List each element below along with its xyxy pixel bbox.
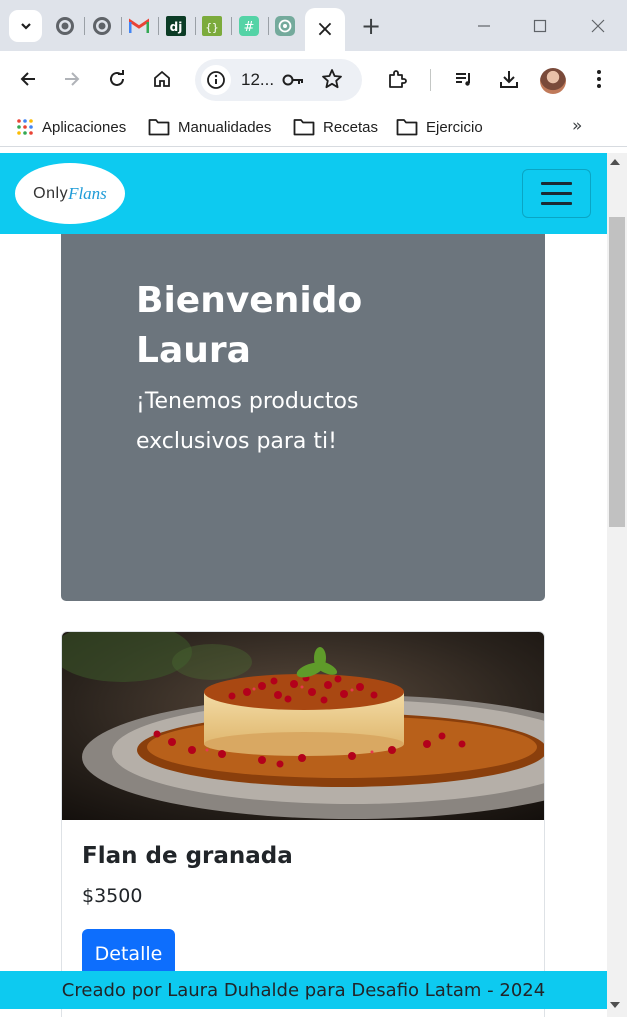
- hamburger-icon-bar: [541, 182, 572, 185]
- minimize-button[interactable]: [470, 13, 498, 39]
- product-image: [62, 632, 544, 820]
- brand-logo-flans: Flans: [68, 183, 107, 203]
- close-icon: [591, 19, 605, 33]
- address-bar[interactable]: 12...: [195, 59, 362, 101]
- chevron-down-icon: [20, 23, 31, 30]
- site-footer: Creado por Laura Duhalde para Desafio La…: [0, 971, 607, 1009]
- chatgpt-icon: [275, 16, 295, 36]
- pinned-tab-gmail[interactable]: [126, 13, 152, 39]
- close-window-button[interactable]: [584, 13, 612, 39]
- svg-text:#: #: [244, 20, 255, 35]
- page-scrollbar[interactable]: [607, 153, 627, 1017]
- hashtag-icon: #: [239, 16, 259, 36]
- tab-search-button[interactable]: [9, 10, 42, 42]
- bookmark-folder-label: Recetas: [323, 118, 379, 136]
- maximize-icon: [533, 19, 547, 33]
- pinned-tab-github-1[interactable]: [52, 13, 78, 39]
- active-tab[interactable]: ×: [305, 8, 345, 51]
- bookmark-apps-label: Aplicaciones: [42, 118, 127, 136]
- bookmark-apps[interactable]: Aplicaciones: [16, 117, 126, 137]
- pinned-tab-hashtag[interactable]: #: [236, 13, 262, 39]
- page-viewport: Only Flans Bienvenido Laura ¡Tenemos pro…: [0, 153, 607, 1017]
- close-tab-icon[interactable]: ×: [316, 17, 334, 42]
- pinned-tab-django[interactable]: dj: [163, 13, 189, 39]
- back-button[interactable]: [14, 65, 42, 93]
- arrow-right-icon: [65, 72, 80, 86]
- product-card: Flan de granada $3500 Detalle: [61, 631, 545, 1017]
- playlist-icon: [456, 73, 470, 86]
- apps-grid-icon: [17, 119, 33, 135]
- bookmark-folder-recetas[interactable]: Recetas: [293, 117, 378, 137]
- reload-icon: [110, 70, 124, 86]
- kebab-menu-icon: [597, 70, 601, 88]
- site-navbar: Only Flans: [0, 153, 607, 234]
- django-icon: dj: [166, 16, 186, 36]
- brand-logo-only: Only: [33, 184, 69, 202]
- reload-button[interactable]: [103, 65, 131, 93]
- url-text[interactable]: 12...: [241, 70, 274, 90]
- new-tab-button[interactable]: +: [358, 12, 384, 40]
- svg-text:{}: {}: [205, 21, 218, 34]
- browser-menu-button[interactable]: [585, 65, 613, 93]
- arrow-left-icon: [20, 72, 35, 86]
- site-info-button[interactable]: [201, 65, 231, 95]
- pinned-tab-github-2[interactable]: [89, 13, 115, 39]
- navbar-toggler-button[interactable]: [522, 169, 591, 218]
- downloads-button[interactable]: [495, 65, 523, 93]
- bookmarks-overflow-chevron-icon[interactable]: »: [572, 116, 582, 136]
- forward-button[interactable]: [58, 65, 86, 93]
- profile-avatar[interactable]: [540, 68, 566, 94]
- download-icon: [500, 71, 518, 88]
- bookmark-folder-label: Ejercicio: [426, 118, 483, 136]
- extensions-button[interactable]: [383, 65, 411, 93]
- product-name: Flan de granada: [82, 843, 293, 869]
- bookmarks-bar: Aplicaciones Manualidades Recetas Ejerci…: [0, 107, 627, 147]
- home-button[interactable]: [148, 65, 176, 93]
- hamburger-icon-bar: [541, 202, 572, 205]
- product-price: $3500: [82, 885, 143, 907]
- github-icon: [93, 17, 111, 35]
- maximize-button[interactable]: [526, 13, 554, 39]
- scrollbar-thumb[interactable]: [609, 217, 625, 527]
- password-key-icon[interactable]: [281, 69, 305, 95]
- minimize-icon: [478, 25, 490, 27]
- pinned-tab-chatgpt[interactable]: [272, 13, 298, 39]
- welcome-hero: Bienvenido Laura ¡Tenemos productos excl…: [61, 234, 545, 601]
- scroll-up-arrow-icon[interactable]: [610, 159, 620, 165]
- bookmark-folder-ejercicio[interactable]: Ejercicio: [396, 117, 483, 137]
- bookmark-folder-label: Manualidades: [178, 118, 272, 136]
- pinned-tab-json[interactable]: {}: [199, 13, 225, 39]
- home-icon: [154, 70, 170, 87]
- hero-title: Bienvenido Laura: [136, 280, 363, 371]
- hero-subtitle: ¡Tenemos productos exclusivos para ti!: [136, 389, 359, 454]
- info-icon: [207, 71, 225, 89]
- bookmark-folder-manualidades[interactable]: Manualidades: [148, 117, 271, 137]
- puzzle-icon: [389, 70, 407, 88]
- brand-logo[interactable]: Only Flans: [15, 163, 125, 224]
- plus-icon: +: [360, 12, 382, 40]
- tab-strip: dj {} # × +: [0, 0, 627, 51]
- folder-icon: [148, 119, 170, 136]
- gmail-icon: [129, 18, 149, 33]
- bookmark-star-icon[interactable]: [321, 68, 343, 94]
- scroll-down-arrow-icon[interactable]: [610, 1002, 620, 1008]
- folder-icon: [293, 119, 315, 136]
- folder-icon: [396, 119, 418, 136]
- media-control-button[interactable]: [450, 65, 478, 93]
- json-icon: {}: [202, 16, 222, 36]
- hamburger-icon-bar: [541, 192, 572, 195]
- svg-text:dj: dj: [170, 20, 183, 34]
- browser-toolbar: 12...: [0, 51, 627, 107]
- github-icon: [56, 17, 74, 35]
